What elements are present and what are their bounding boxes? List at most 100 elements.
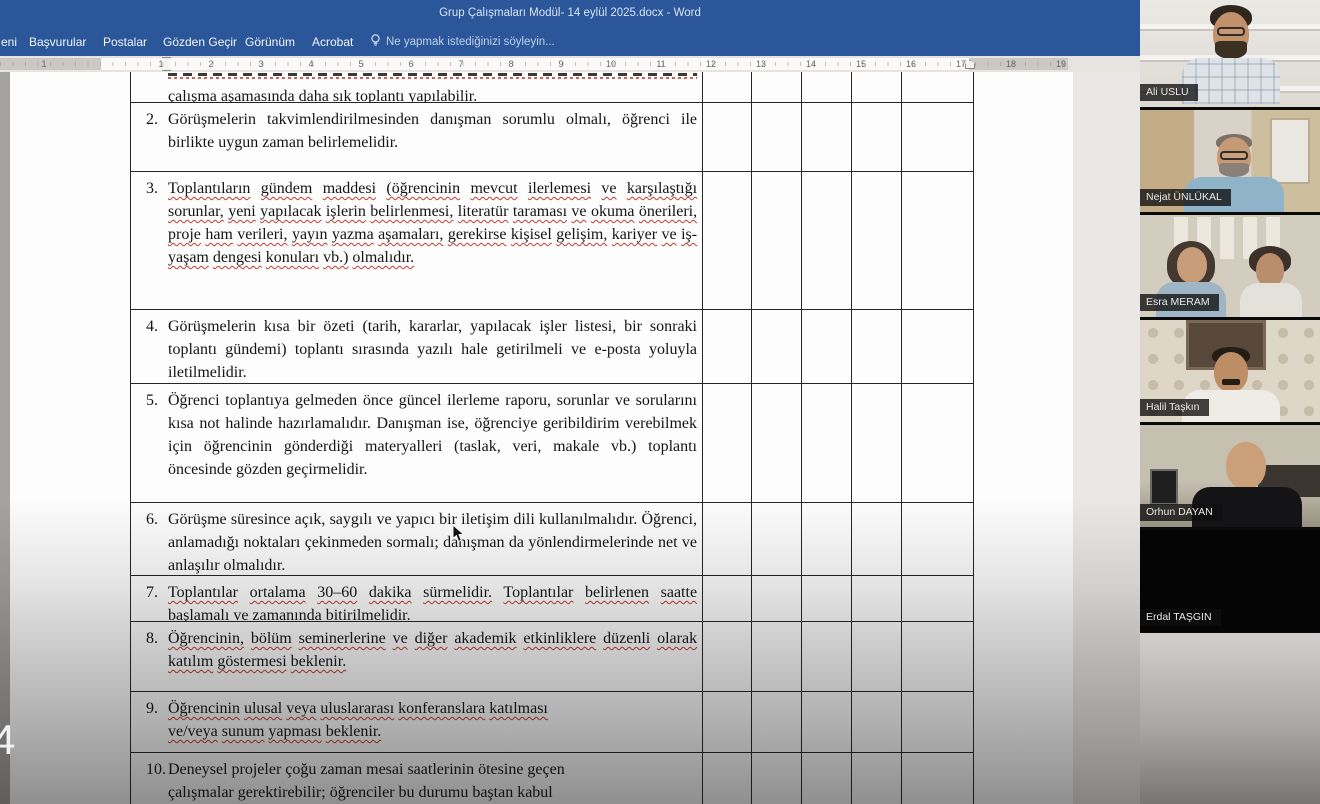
table-cell-empty[interactable] bbox=[851, 384, 901, 502]
table-cell-empty[interactable] bbox=[801, 172, 851, 309]
table-row: 7.Toplantılar ortalama 30–60 dakika sürm… bbox=[130, 576, 974, 622]
table-cell-text[interactable]: 3.Toplantıların gündem maddesi (öğrencin… bbox=[130, 172, 702, 309]
ribbon-tab-başvurular[interactable]: Başvurular bbox=[29, 28, 86, 56]
ruler-number: 2 bbox=[208, 59, 213, 69]
table-cell-empty[interactable] bbox=[851, 576, 901, 621]
table-cell-empty[interactable] bbox=[901, 103, 974, 171]
table-cell-empty[interactable] bbox=[851, 310, 901, 383]
ribbon-tab-acrobat[interactable]: Acrobat bbox=[312, 28, 353, 56]
participant-video-tile[interactable]: Nejat ÜNLÜKAL bbox=[1140, 110, 1320, 212]
table-cell-empty[interactable] bbox=[751, 622, 801, 691]
table-cell-empty[interactable] bbox=[702, 172, 751, 309]
table-cell-empty[interactable] bbox=[751, 310, 801, 383]
table-row: 2.Görüşmelerin takvimlendirilmesinden da… bbox=[130, 103, 974, 172]
table-cell-empty[interactable] bbox=[751, 172, 801, 309]
participant-video-tile[interactable]: Halil Taşkın bbox=[1140, 320, 1320, 422]
table-cell-empty[interactable] bbox=[801, 384, 851, 502]
table-cell-empty[interactable] bbox=[901, 310, 974, 383]
table-cell-empty[interactable] bbox=[901, 72, 974, 102]
participant-video-tile[interactable]: Ali USLU bbox=[1140, 0, 1320, 107]
table-cell-empty[interactable] bbox=[751, 692, 801, 752]
table-cell-text[interactable]: 8.Öğrencinin, bölüm seminerlerine ve diğ… bbox=[130, 622, 702, 691]
table-cell-text[interactable]: 6.Görüşme süresince açık, saygılı ve yap… bbox=[130, 503, 702, 575]
table-cell-text[interactable]: 4.Görüşmelerin kısa bir özeti (tarih, ka… bbox=[130, 310, 702, 383]
ribbon-tab-postalar[interactable]: Postalar bbox=[103, 28, 147, 56]
horizontal-ruler: 112345678910111213141516171819 bbox=[0, 56, 1140, 72]
table-cell-empty[interactable] bbox=[702, 692, 751, 752]
document-page[interactable]: çalışma aşamasında daha sık toplantı yap… bbox=[10, 72, 1073, 804]
table-cell-empty[interactable] bbox=[851, 753, 901, 804]
participant-video-tile[interactable]: Esra MERAM bbox=[1140, 215, 1320, 317]
table-cell-empty[interactable] bbox=[801, 103, 851, 171]
table-cell-empty[interactable] bbox=[702, 310, 751, 383]
ruler-number: 5 bbox=[358, 59, 363, 69]
title-bar: Grup Çalışmaları Modül- 14 eylül 2025.do… bbox=[0, 0, 1140, 28]
table-cell-empty[interactable] bbox=[801, 692, 851, 752]
table-cell-empty[interactable] bbox=[702, 503, 751, 575]
table-cell-empty[interactable] bbox=[901, 753, 974, 804]
table-cell-empty[interactable] bbox=[801, 576, 851, 621]
participant-name-label: Orhun DAYAN bbox=[1140, 504, 1222, 521]
table-cell-empty[interactable] bbox=[702, 72, 751, 102]
list-number: 9. bbox=[146, 697, 168, 720]
participant-avatar bbox=[1214, 352, 1248, 392]
table-cell-empty[interactable] bbox=[751, 72, 801, 102]
ruler-number: 15 bbox=[856, 59, 866, 69]
tell-me-box[interactable]: Ne yapmak istediğinizi söyleyin... bbox=[370, 28, 555, 56]
table-cell-empty[interactable] bbox=[901, 503, 974, 575]
table-cell-empty[interactable] bbox=[702, 622, 751, 691]
ribbon-tab-görünüm[interactable]: Görünüm bbox=[245, 28, 295, 56]
table-cell-empty[interactable] bbox=[901, 172, 974, 309]
list-number: 5. bbox=[146, 389, 168, 412]
table-row: çalışma aşamasında daha sık toplantı yap… bbox=[130, 72, 974, 103]
table-cell-empty[interactable] bbox=[751, 103, 801, 171]
table-cell-empty[interactable] bbox=[851, 172, 901, 309]
table-cell-empty[interactable] bbox=[801, 622, 851, 691]
table-cell-empty[interactable] bbox=[702, 384, 751, 502]
ribbon-tab-partial[interactable]: eni bbox=[1, 28, 17, 56]
table-cell-empty[interactable] bbox=[702, 103, 751, 171]
table-cell-empty[interactable] bbox=[851, 503, 901, 575]
ruler-number: 1 bbox=[158, 59, 163, 69]
ruler-number: 10 bbox=[606, 59, 616, 69]
table-cell-empty[interactable] bbox=[901, 622, 974, 691]
table-row: 10.Deneysel projeler çoğu zaman mesai sa… bbox=[130, 753, 974, 804]
table-cell-empty[interactable] bbox=[801, 503, 851, 575]
table-cell-empty[interactable] bbox=[702, 753, 751, 804]
table-cell-empty[interactable] bbox=[751, 503, 801, 575]
table-cell-empty[interactable] bbox=[901, 576, 974, 621]
table-cell-empty[interactable] bbox=[851, 622, 901, 691]
table-cell-empty[interactable] bbox=[901, 692, 974, 752]
table-cell-empty[interactable] bbox=[801, 72, 851, 102]
table-cell-text[interactable]: 7.Toplantılar ortalama 30–60 dakika sürm… bbox=[130, 576, 702, 621]
table-cell-text[interactable]: 2.Görüşmelerin takvimlendirilmesinden da… bbox=[130, 103, 702, 171]
list-number: 7. bbox=[146, 581, 168, 604]
table-cell-empty[interactable] bbox=[751, 753, 801, 804]
ruler-number: 7 bbox=[458, 59, 463, 69]
lightbulb-icon bbox=[370, 30, 381, 58]
table-cell-text[interactable]: 9.Öğrencinin ulusal veya uluslararası ko… bbox=[130, 692, 702, 752]
table-cell-empty[interactable] bbox=[851, 72, 901, 102]
cut-text-sliver bbox=[168, 73, 697, 76]
ruler-number: 13 bbox=[756, 59, 766, 69]
list-number: 4. bbox=[146, 315, 168, 338]
table-cell-text[interactable]: 5.Öğrenci toplantıya gelmeden önce günce… bbox=[130, 384, 702, 502]
table-cell-empty[interactable] bbox=[751, 576, 801, 621]
table-cell-empty[interactable] bbox=[702, 576, 751, 621]
table-cell-empty[interactable] bbox=[801, 310, 851, 383]
ribbon-tab-gözden-geçir[interactable]: Gözden Geçir bbox=[163, 28, 237, 56]
table-row: 8.Öğrencinin, bölüm seminerlerine ve diğ… bbox=[130, 622, 974, 692]
list-number: 3. bbox=[146, 177, 168, 200]
table-cell-text[interactable]: 10.Deneysel projeler çoğu zaman mesai sa… bbox=[130, 753, 702, 804]
ruler-number: 16 bbox=[906, 59, 916, 69]
table-cell-empty[interactable] bbox=[801, 753, 851, 804]
participant-avatar bbox=[1256, 253, 1284, 287]
table-cell-empty[interactable] bbox=[751, 384, 801, 502]
table-cell-empty[interactable] bbox=[851, 103, 901, 171]
participant-video-tile[interactable]: Erdal TAŞGIN bbox=[1140, 530, 1320, 632]
participant-avatar bbox=[1240, 283, 1302, 317]
table-cell-text[interactable]: çalışma aşamasında daha sık toplantı yap… bbox=[130, 72, 702, 102]
table-cell-empty[interactable] bbox=[901, 384, 974, 502]
table-cell-empty[interactable] bbox=[851, 692, 901, 752]
participant-video-tile[interactable]: Orhun DAYAN bbox=[1140, 425, 1320, 527]
